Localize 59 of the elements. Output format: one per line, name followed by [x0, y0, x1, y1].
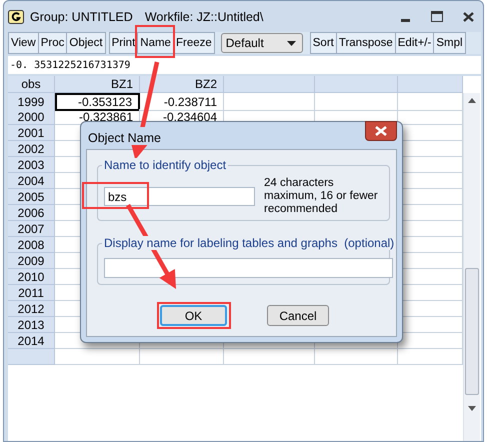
- column-header: BZ2: [140, 76, 224, 93]
- toolbar-button[interactable]: Proc: [38, 32, 68, 54]
- toolbar-button[interactable]: Transpose: [336, 32, 396, 54]
- row-header: 2002: [8, 141, 55, 157]
- row-header: 2008: [8, 237, 55, 253]
- dialog-button[interactable]: OK: [160, 305, 227, 326]
- display-name-input[interactable]: [104, 258, 393, 278]
- column-header: BZ1: [55, 76, 140, 93]
- maximize-icon[interactable]: [431, 11, 443, 22]
- dialog-button[interactable]: Cancel: [267, 305, 329, 326]
- toolbar-button[interactable]: Smpl: [433, 32, 466, 54]
- toolbar-button[interactable]: Name: [137, 32, 174, 54]
- table-cell[interactable]: [140, 349, 224, 365]
- window-title: Group: UNTITLED: [30, 10, 133, 24]
- column-header: obs: [8, 76, 55, 93]
- scrollbar[interactable]: [463, 93, 480, 441]
- close-button[interactable]: [365, 121, 397, 141]
- close-icon[interactable]: [463, 12, 474, 22]
- formula-bar[interactable]: -0. 3531225216731379: [8, 56, 481, 74]
- row-header: 2014: [8, 333, 55, 349]
- hint-text: 24 characters maximum, 16 or fewer recommended: [264, 177, 379, 216]
- toolbar-button[interactable]: Object: [66, 32, 106, 54]
- row-header: 2007: [8, 221, 55, 237]
- workfile-label: Workfile: JZ::Untitled\: [144, 10, 264, 24]
- close-icon: [374, 126, 388, 136]
- row-header: [8, 349, 55, 365]
- row-header: 2003: [8, 157, 55, 173]
- row-header: 2012: [8, 301, 55, 317]
- group-legend: Display name for labeling tables and graphs (optional): [102, 236, 396, 250]
- scroll-thumb[interactable]: [465, 268, 479, 395]
- table-cell[interactable]: [315, 93, 398, 111]
- toolbar-button[interactable]: View: [8, 32, 39, 54]
- row-header: 2010: [8, 269, 55, 285]
- table-cell[interactable]: -0.238711: [140, 93, 224, 111]
- row-header: 2011: [8, 285, 55, 301]
- row-header: 2006: [8, 205, 55, 221]
- name-input[interactable]: bzs: [104, 187, 255, 206]
- group-legend: Name to identify object: [102, 158, 228, 172]
- scroll-up-icon[interactable]: [468, 98, 476, 103]
- row-header: 2005: [8, 189, 55, 205]
- group-icon: [8, 10, 24, 24]
- row-header: 2009: [8, 253, 55, 269]
- toolbar-button[interactable]: Freeze: [172, 32, 215, 54]
- caret-icon: [286, 40, 296, 46]
- column-header: [398, 76, 463, 93]
- table-cell[interactable]: [315, 349, 398, 365]
- row-header: 2004: [8, 173, 55, 189]
- row-header: 2000: [8, 109, 55, 125]
- toolbar-button[interactable]: Edit+/-: [394, 32, 434, 54]
- table-cell[interactable]: [224, 349, 315, 365]
- toolbar-button[interactable]: Sort: [310, 32, 337, 54]
- view-dropdown[interactable]: Default: [220, 33, 303, 53]
- scroll-down-icon[interactable]: [468, 406, 476, 411]
- table-cell[interactable]: [55, 349, 140, 365]
- row-header: 2001: [8, 125, 55, 141]
- row-header: 2013: [8, 317, 55, 333]
- table-cell[interactable]: -0.353123: [55, 93, 140, 111]
- table-cell[interactable]: [224, 93, 315, 111]
- dialog-title: Object Name: [86, 126, 163, 144]
